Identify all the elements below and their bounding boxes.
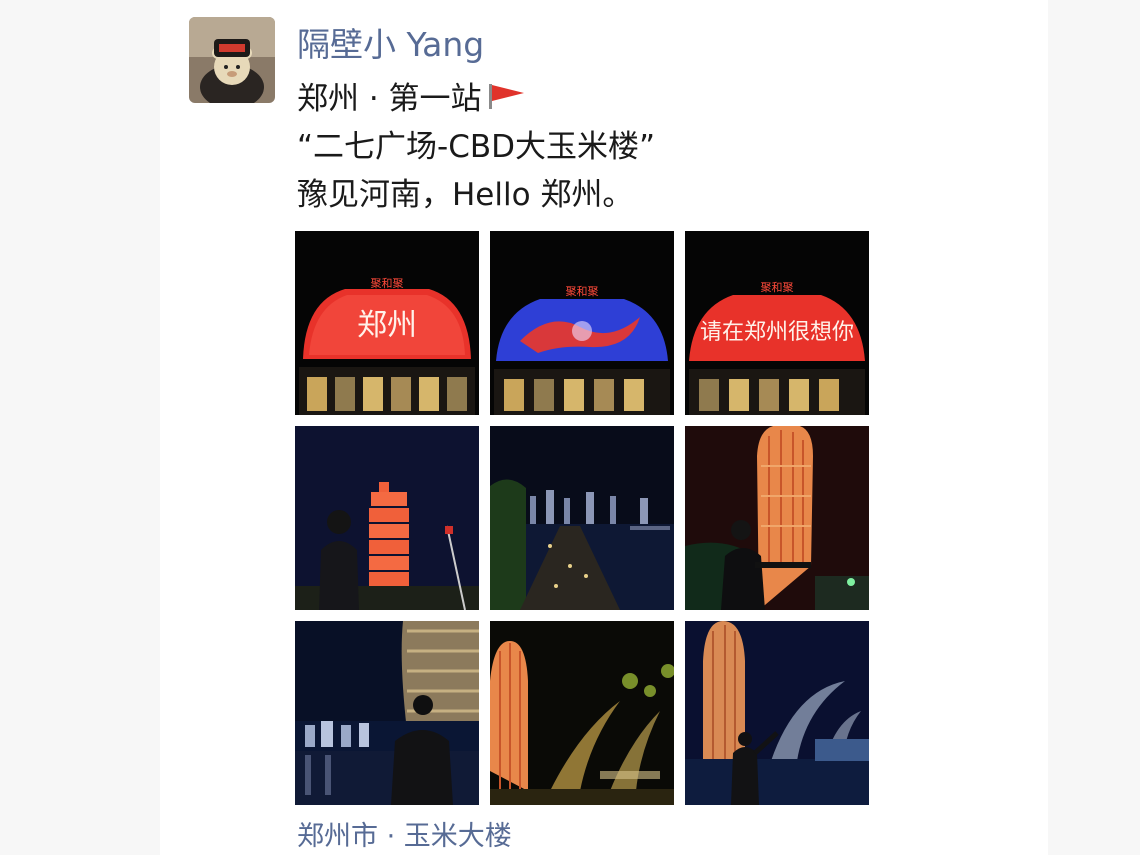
user-avatar[interactable] bbox=[189, 17, 275, 103]
post-line-1-text: 郑州 · 第一站 bbox=[297, 81, 482, 117]
location-link[interactable]: 郑州市 · 玉米大楼 bbox=[297, 814, 512, 853]
username[interactable]: 隔壁小 Yang bbox=[297, 18, 484, 66]
photo-grid: 郑州 聚和聚 聚和聚 请在郑州很想你 聚和聚 bbox=[295, 231, 869, 805]
photo-9[interactable] bbox=[685, 621, 869, 805]
photo-1[interactable]: 郑州 聚和聚 bbox=[295, 231, 479, 415]
photo-5[interactable] bbox=[490, 426, 674, 610]
moments-post: 隔壁小 Yang 郑州 · 第一站 “二七广场-CBD大玉米楼” 豫见河南，He… bbox=[160, 0, 1048, 855]
photo-3-top-text: 聚和聚 bbox=[761, 281, 794, 294]
photo-7[interactable] bbox=[295, 621, 479, 805]
photo-4[interactable] bbox=[295, 426, 479, 610]
post-text: 郑州 · 第一站 “二七广场-CBD大玉米楼” 豫见河南，Hello 郑州。 bbox=[297, 75, 655, 219]
red-flag-icon bbox=[486, 77, 526, 125]
post-line-2: “二七广场-CBD大玉米楼” bbox=[297, 129, 656, 165]
photo-2[interactable]: 聚和聚 bbox=[490, 231, 674, 415]
post-line-1: 郑州 · 第一站 bbox=[297, 75, 655, 123]
photo-1-top-text: 聚和聚 bbox=[371, 277, 404, 290]
photo-3[interactable]: 请在郑州很想你 聚和聚 bbox=[685, 231, 869, 415]
post-line-3: 豫见河南，Hello 郑州。 bbox=[297, 177, 634, 213]
photo-1-screen-text: 郑州 bbox=[357, 308, 417, 343]
photo-3-screen-text: 请在郑州很想你 bbox=[700, 320, 854, 345]
photo-2-top-text: 聚和聚 bbox=[566, 285, 599, 298]
photo-6[interactable] bbox=[685, 426, 869, 610]
photo-8[interactable] bbox=[490, 621, 674, 805]
